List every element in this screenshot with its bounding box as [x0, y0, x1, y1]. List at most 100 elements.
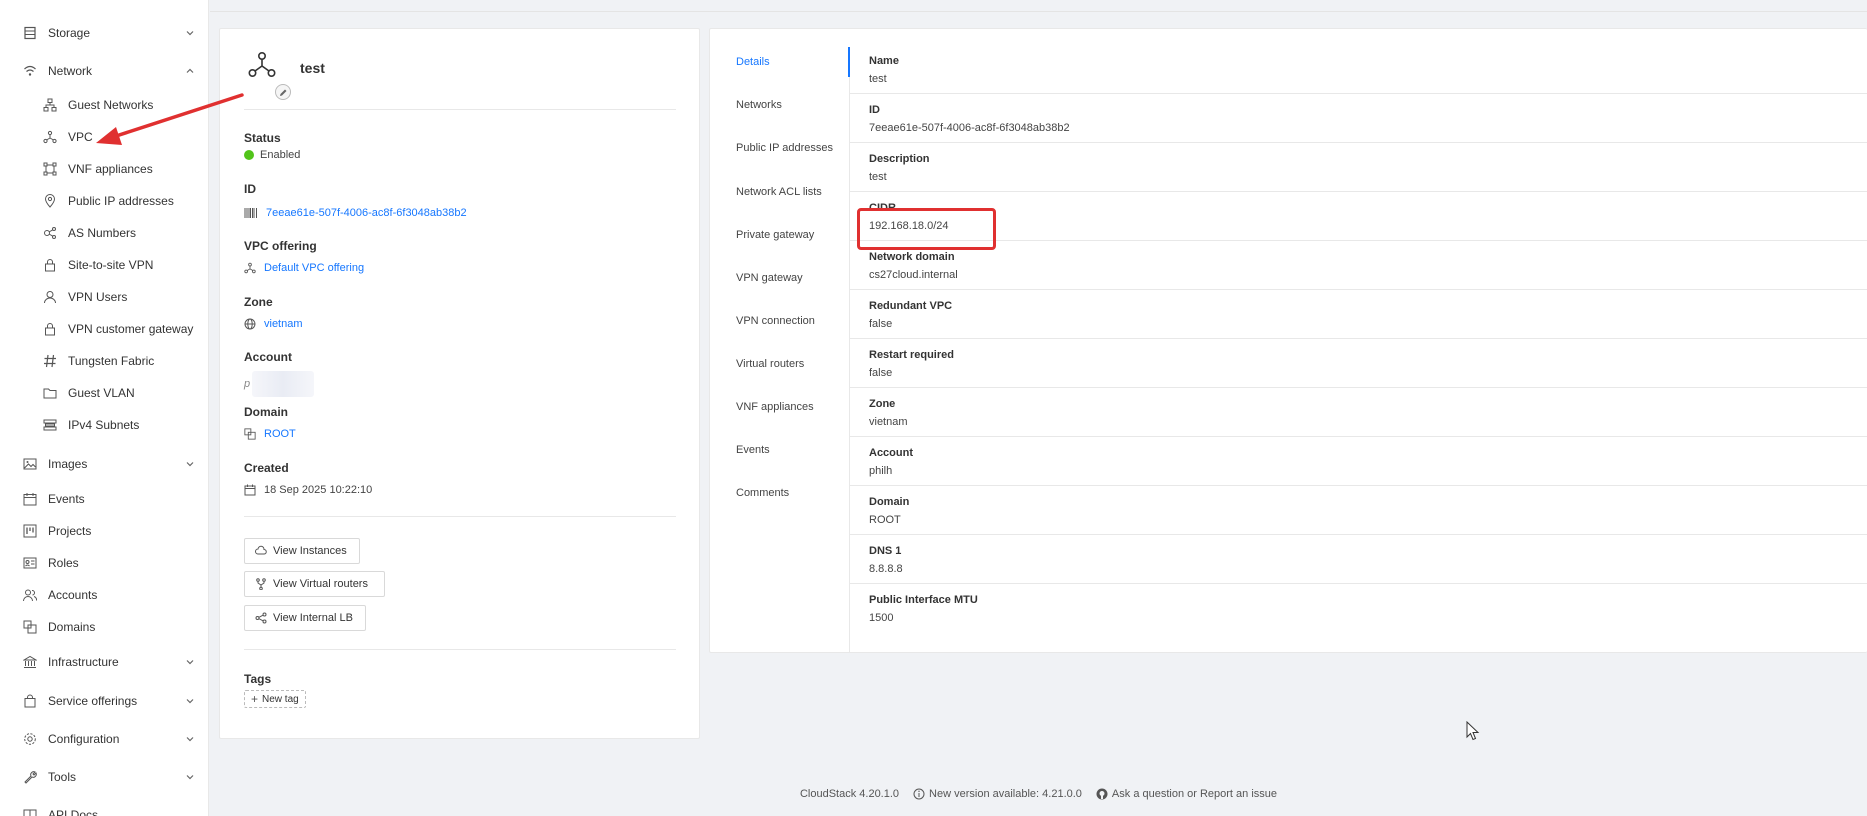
view-internal-lb-button[interactable]: View Internal LB — [244, 605, 366, 631]
sidebar-item-api-docs[interactable]: API Docs — [0, 799, 208, 816]
idcard-icon — [22, 555, 38, 571]
status-text: Enabled — [260, 149, 301, 161]
sidebar-item-domains[interactable]: Domains — [0, 611, 208, 643]
sidebar-item-label: AS Numbers — [68, 226, 137, 240]
detail-row-description: Description test — [850, 143, 1867, 192]
block-icon — [22, 619, 38, 635]
sidebar-item-label: Public IP addresses — [68, 194, 174, 208]
sidebar-item-configuration[interactable]: Configuration — [0, 723, 208, 755]
sidebar-item-label: Domains — [48, 620, 96, 634]
sidebar-item-label: Infrastructure — [48, 655, 119, 669]
tab-vnf-appliances[interactable]: VNF appliances — [736, 401, 814, 413]
id-link[interactable]: 7eeae61e-507f-4006-ac8f-6f3048ab38b2 — [266, 207, 467, 219]
sidebar-item-roles[interactable]: Roles — [0, 547, 208, 579]
sidebar-item-infrastructure[interactable]: Infrastructure — [0, 646, 208, 678]
detail-value: 7eeae61e-507f-4006-ac8f-6f3048ab38b2 — [869, 122, 1070, 134]
sidebar-item-events[interactable]: Events — [0, 483, 208, 515]
detail-value: test — [869, 171, 887, 183]
tab-public-ip-addresses[interactable]: Public IP addresses — [736, 142, 833, 154]
detail-value: test — [869, 73, 887, 85]
sidebar-item-accounts[interactable]: Accounts — [0, 579, 208, 611]
sidebar-item-guest-vlan[interactable]: Guest VLAN — [0, 377, 208, 409]
detail-key: ID — [869, 104, 880, 116]
sidebar-item-label: Events — [48, 492, 85, 506]
detail-key: Name — [869, 55, 899, 67]
detail-key: Domain — [869, 496, 910, 508]
footer: CloudStack 4.20.1.0 New version availabl… — [210, 788, 1867, 800]
detail-row-restart-required: Restart required false — [850, 339, 1867, 388]
tab-network-acl-lists[interactable]: Network ACL lists — [736, 186, 822, 198]
sidebar-item-site-to-site-vpn[interactable]: Site-to-site VPN — [0, 249, 208, 281]
tab-comments[interactable]: Comments — [736, 487, 789, 499]
sidebar-item-network[interactable]: Network — [0, 55, 208, 87]
tab-vpn-connection[interactable]: VPN connection — [736, 315, 815, 327]
deployment-unit-icon — [42, 129, 58, 145]
sidebar-item-label: VPC — [68, 130, 93, 144]
domain-value: ROOT — [244, 427, 296, 441]
user-icon — [42, 289, 58, 305]
sidebar-item-vnf-appliances[interactable]: VNF appliances — [0, 153, 208, 185]
sidebar-item-label: Service offerings — [48, 694, 138, 708]
edit-icon[interactable] — [275, 84, 291, 100]
detail-row-account: Account philh — [850, 437, 1867, 486]
domain-label: Domain — [244, 405, 289, 419]
team-icon — [22, 587, 38, 603]
zone-link[interactable]: vietnam — [264, 318, 303, 330]
cloud-server-icon — [255, 545, 267, 557]
sidebar-item-tungsten-fabric[interactable]: Tungsten Fabric — [0, 345, 208, 377]
lock-icon — [42, 257, 58, 273]
read-icon — [22, 807, 38, 816]
sidebar-item-as-numbers[interactable]: AS Numbers — [0, 217, 208, 249]
tab-networks[interactable]: Networks — [736, 99, 782, 111]
footer-new-version-text: New version available: 4.21.0.0 — [929, 788, 1082, 800]
detail-value: 1500 — [869, 612, 894, 624]
detail-value: 8.8.8.8 — [869, 563, 903, 575]
status-value: Enabled — [244, 149, 300, 161]
domain-link[interactable]: ROOT — [264, 428, 296, 440]
fork-icon — [255, 578, 267, 590]
detail-key: DNS 1 — [869, 545, 902, 557]
view-virtual-routers-button[interactable]: View Virtual routers — [244, 571, 385, 597]
bank-icon — [22, 654, 38, 670]
apartment-icon — [42, 97, 58, 113]
vpc-offering-value: Default VPC offering — [244, 261, 364, 275]
new-tag-button[interactable]: + New tag — [244, 690, 306, 708]
sidebar-item-label: Guest VLAN — [68, 386, 135, 400]
sidebar-item-projects[interactable]: Projects — [0, 515, 208, 547]
detail-value: philh — [869, 465, 893, 477]
sidebar-item-tools[interactable]: Tools — [0, 761, 208, 793]
tab-virtual-routers[interactable]: Virtual routers — [736, 358, 804, 370]
sidebar-item-label: Accounts — [48, 588, 98, 602]
sidebar-item-service-offerings[interactable]: Service offerings — [0, 685, 208, 717]
footer-new-version[interactable]: New version available: 4.21.0.0 — [913, 788, 1082, 800]
sidebar-item-label: Projects — [48, 524, 92, 538]
tab-private-gateway[interactable]: Private gateway — [736, 229, 814, 241]
tab-details[interactable]: Details — [736, 56, 770, 68]
sidebar-item-storage[interactable]: Storage — [0, 17, 208, 49]
sidebar-item-images[interactable]: Images — [0, 448, 208, 480]
detail-value: false — [869, 367, 893, 379]
sidebar-item-vpn-users[interactable]: VPN Users — [0, 281, 208, 313]
sidebar-item-ipv4-subnets[interactable]: IPv4 Subnets — [0, 409, 208, 441]
global-icon — [244, 317, 258, 331]
chevron-down-icon — [186, 775, 194, 780]
view-virtual-routers-label: View Virtual routers — [273, 578, 368, 590]
tab-events[interactable]: Events — [736, 444, 770, 456]
sidebar-item-public-ip-addresses[interactable]: Public IP addresses — [0, 185, 208, 217]
subnet-icon — [42, 417, 58, 433]
footer-ask[interactable]: Ask a question or Report an issue — [1096, 788, 1277, 800]
vpc-offering-link[interactable]: Default VPC offering — [264, 262, 364, 274]
detail-value: cs27cloud.internal — [869, 269, 958, 281]
view-instances-button[interactable]: View Instances — [244, 538, 360, 564]
detail-value: false — [869, 318, 893, 330]
view-internal-lb-label: View Internal LB — [273, 612, 353, 624]
folder-icon — [42, 385, 58, 401]
sidebar-item-label: Configuration — [48, 732, 120, 746]
detail-key: Network domain — [869, 251, 955, 263]
barcode-icon — [244, 206, 258, 220]
account-value: p — [244, 371, 315, 397]
view-instances-label: View Instances — [273, 545, 347, 557]
tab-vpn-gateway[interactable]: VPN gateway — [736, 272, 803, 284]
database-icon — [22, 25, 38, 41]
sidebar-item-vpn-customer-gateway[interactable]: VPN customer gateway — [0, 313, 208, 345]
